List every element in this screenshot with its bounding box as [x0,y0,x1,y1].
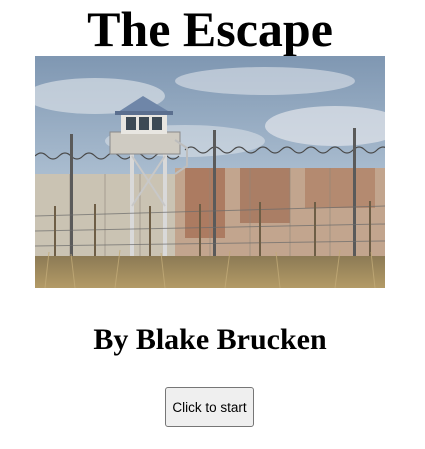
hero-image [35,56,385,288]
author-byline: By Blake Brucken [93,323,327,356]
prison-watchtower-illustration [35,56,385,288]
start-button[interactable]: Click to start [165,387,254,427]
page-title: The Escape [87,1,333,57]
